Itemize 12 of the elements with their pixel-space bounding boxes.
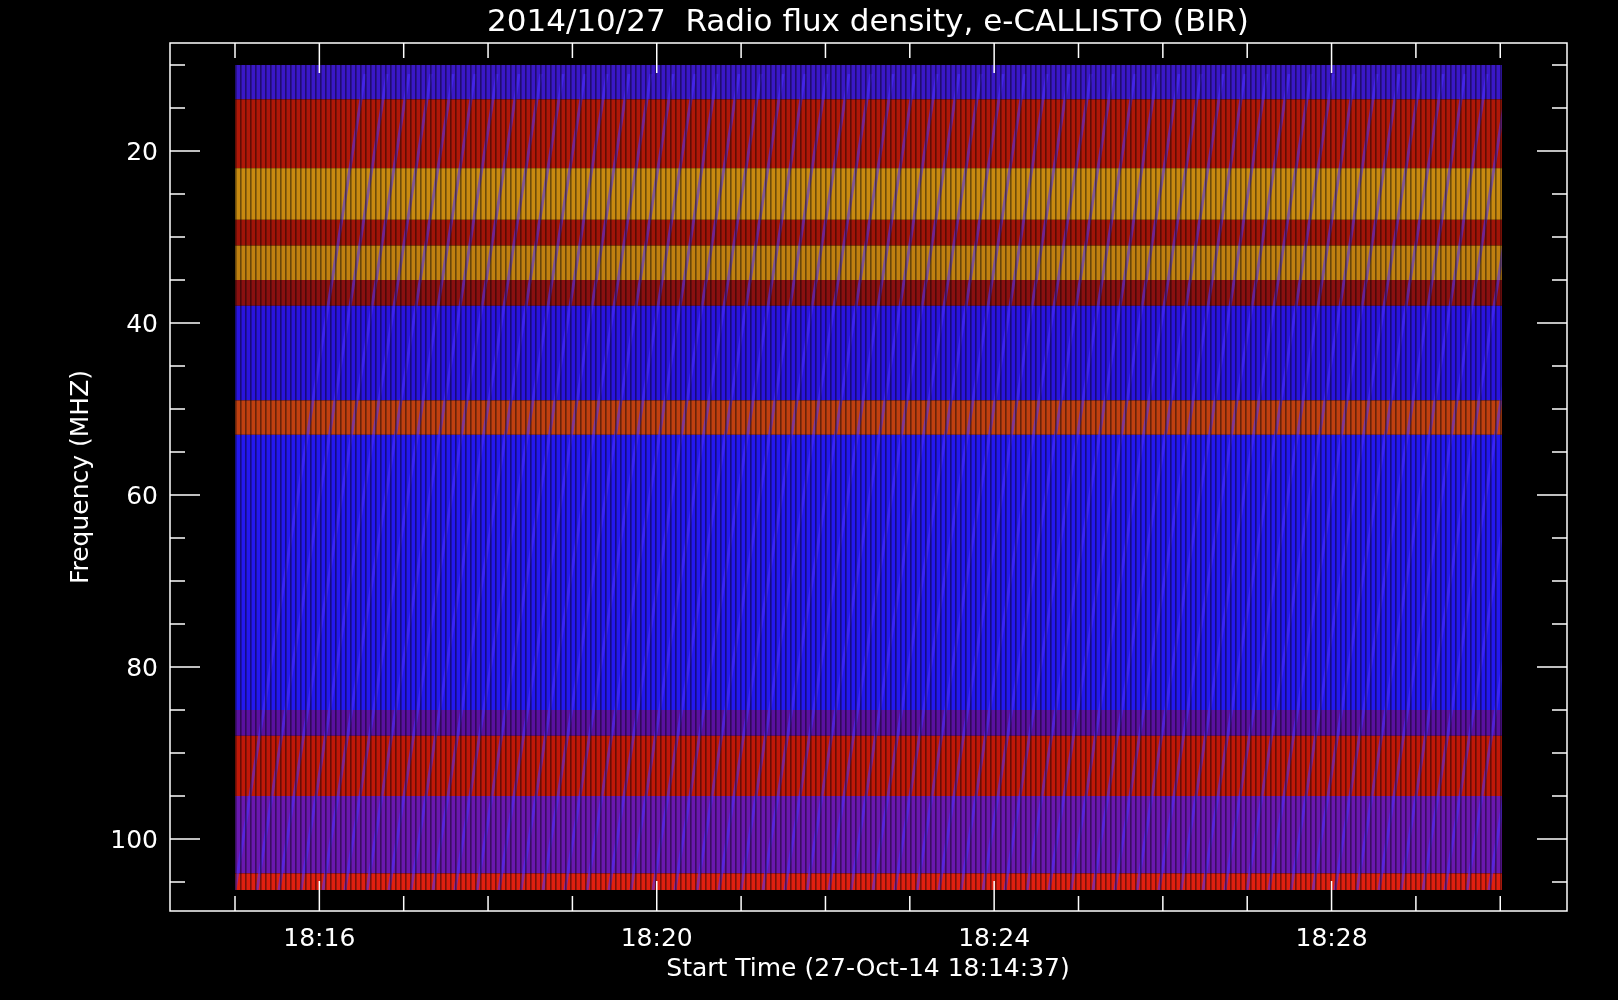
y-tick-label: 80 — [126, 653, 158, 682]
x-axis-label: Start Time (27-Oct-14 18:14:37) — [666, 953, 1070, 982]
y-axis-label: Frequency (MHZ) — [65, 369, 94, 585]
x-tick-label: 18:24 — [958, 923, 1031, 952]
y-tick-label: 60 — [126, 481, 158, 510]
y-tick-label: 100 — [110, 825, 158, 854]
y-tick-label: 20 — [126, 137, 158, 166]
x-tick-label: 18:20 — [620, 923, 693, 952]
x-tick-label: 18:16 — [283, 923, 356, 952]
x-tick-label: 18:28 — [1295, 923, 1368, 952]
chart-title: 2014/10/27 Radio flux density, e-CALLISTO (BIR) — [487, 2, 1249, 38]
y-tick-label: 40 — [126, 309, 158, 338]
